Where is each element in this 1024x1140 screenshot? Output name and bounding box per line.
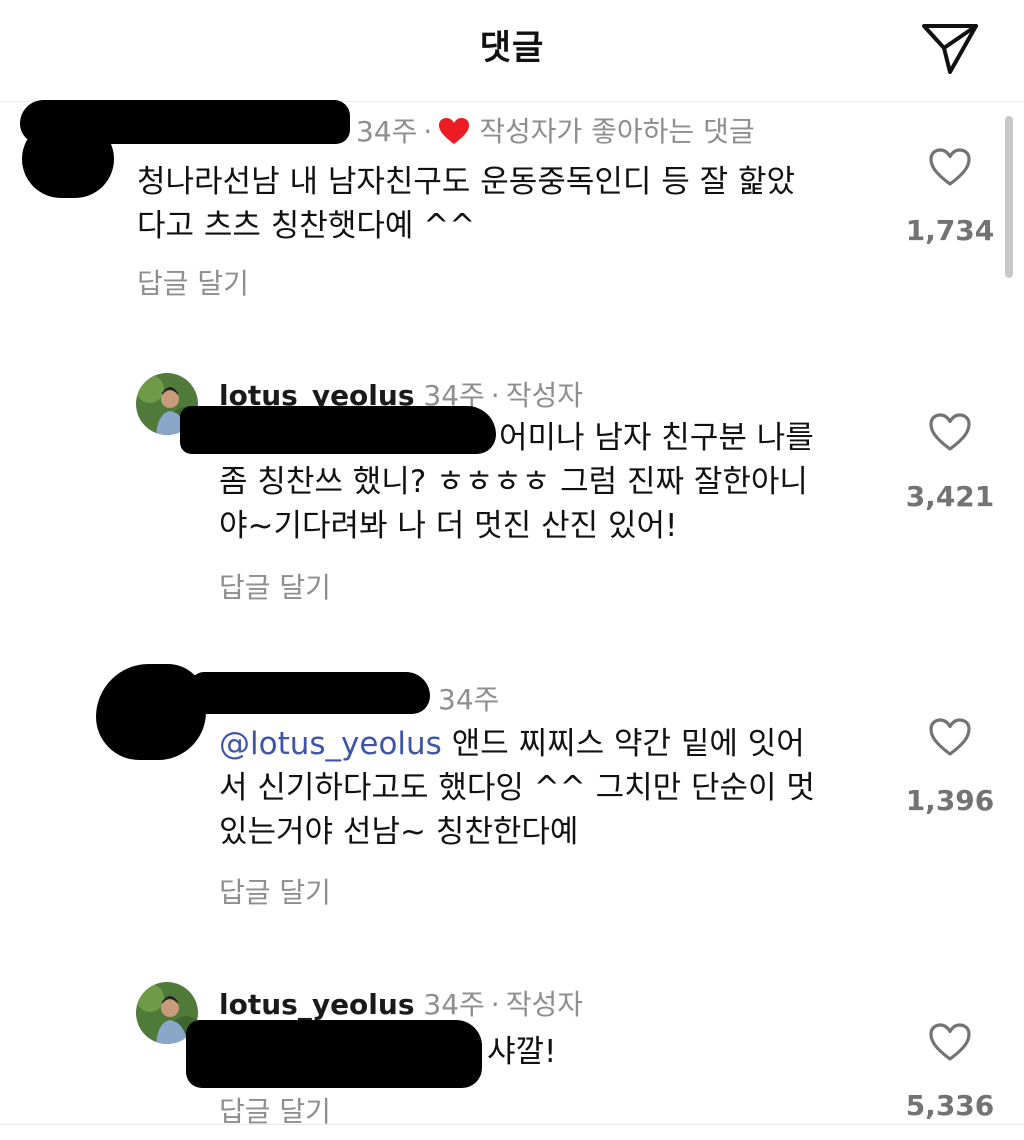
like-count: 3,421 [905,480,995,513]
comment-meta: 34주 [438,678,499,718]
heart-outline-icon[interactable] [928,1022,972,1062]
paper-plane-icon[interactable] [918,14,982,78]
comment-meta: lotus_yeolus 34주 · 작성자 [219,988,583,1021]
comment-time: 34주 [423,988,485,1021]
comment-time: 34주 [356,115,418,148]
divider [0,1124,1024,1125]
redacted-mark [96,664,206,760]
comment-line: 청나라선남 내 남자친구도 운동중독인디 등 잘 핥았 [137,164,796,200]
like-count: 1,396 [905,784,995,817]
author-badge: 작성자 [505,988,583,1021]
like-count: 1,734 [905,214,995,247]
reply-button[interactable]: 답글 달기 [219,566,331,606]
comment-line: 야~기다려봐 나 더 멋진 산진 있어! [219,508,678,544]
heart-filled-icon [438,117,470,152]
creator-liked-label: 작성자가 좋아하는 댓글 [479,115,755,148]
mention-link[interactable]: @lotus_yeolus [219,726,442,762]
comment-line: 어미나 남자 친구분 나를 [499,420,814,456]
page-title: 댓글 [479,28,545,68]
heart-outline-icon[interactable] [928,412,972,452]
comment-text: 어미나 남자 친구분 나를 좀 칭찬쓰 했니? ㅎㅎㅎㅎ 그럼 진짜 잘한아니 … [219,416,814,548]
reply-button[interactable]: 답글 달기 [137,262,249,302]
comment-text: @lotus_yeolus 앤드 찌찌스 약간 밑에 잇어 서 신기하다고도 했… [219,722,815,854]
comments-sheet: 댓글 34주 · 작성자가 좋아하는 댓글 청나라선남 내 남자친구도 운동중독인… [0,0,1024,1140]
heart-outline-icon[interactable] [928,147,972,187]
redacted-mark [22,120,114,198]
comment-line: 서 신기하다고도 했다잉 ^^ 그치만 단순이 멋 [219,770,815,806]
scrollbar[interactable] [1005,116,1013,278]
reply-button[interactable]: 답글 달기 [219,871,331,911]
like-count: 5,336 [905,1089,995,1122]
comments-header: 댓글 [0,0,1024,102]
comment-meta: 34주 · 작성자가 좋아하는 댓글 [356,110,755,152]
comment-line: 좀 칭찬쓰 했니? ㅎㅎㅎㅎ 그럼 진짜 잘한아니 [219,464,808,500]
author-badge: 작성자 [505,379,583,412]
comment-line: 다고 츠츠 칭찬햇다예 ^^ [137,208,476,244]
comment-line: 있는거야 선남~ 칭찬한다예 [219,814,579,850]
redacted-username [190,672,430,714]
comment-line: @lotus_yeolus 앤드 찌찌스 약간 밑에 잇어 [219,726,805,762]
heart-outline-icon[interactable] [928,717,972,757]
username[interactable]: lotus_yeolus [219,988,415,1021]
comment-text: 청나라선남 내 남자친구도 운동중독인디 등 잘 핥았 다고 츠츠 칭찬햇다예 … [137,160,795,248]
comment-time: 34주 [438,683,500,716]
comment-line: 샤깔! [487,1034,557,1070]
comment-text: 샤깔! [219,1030,556,1074]
